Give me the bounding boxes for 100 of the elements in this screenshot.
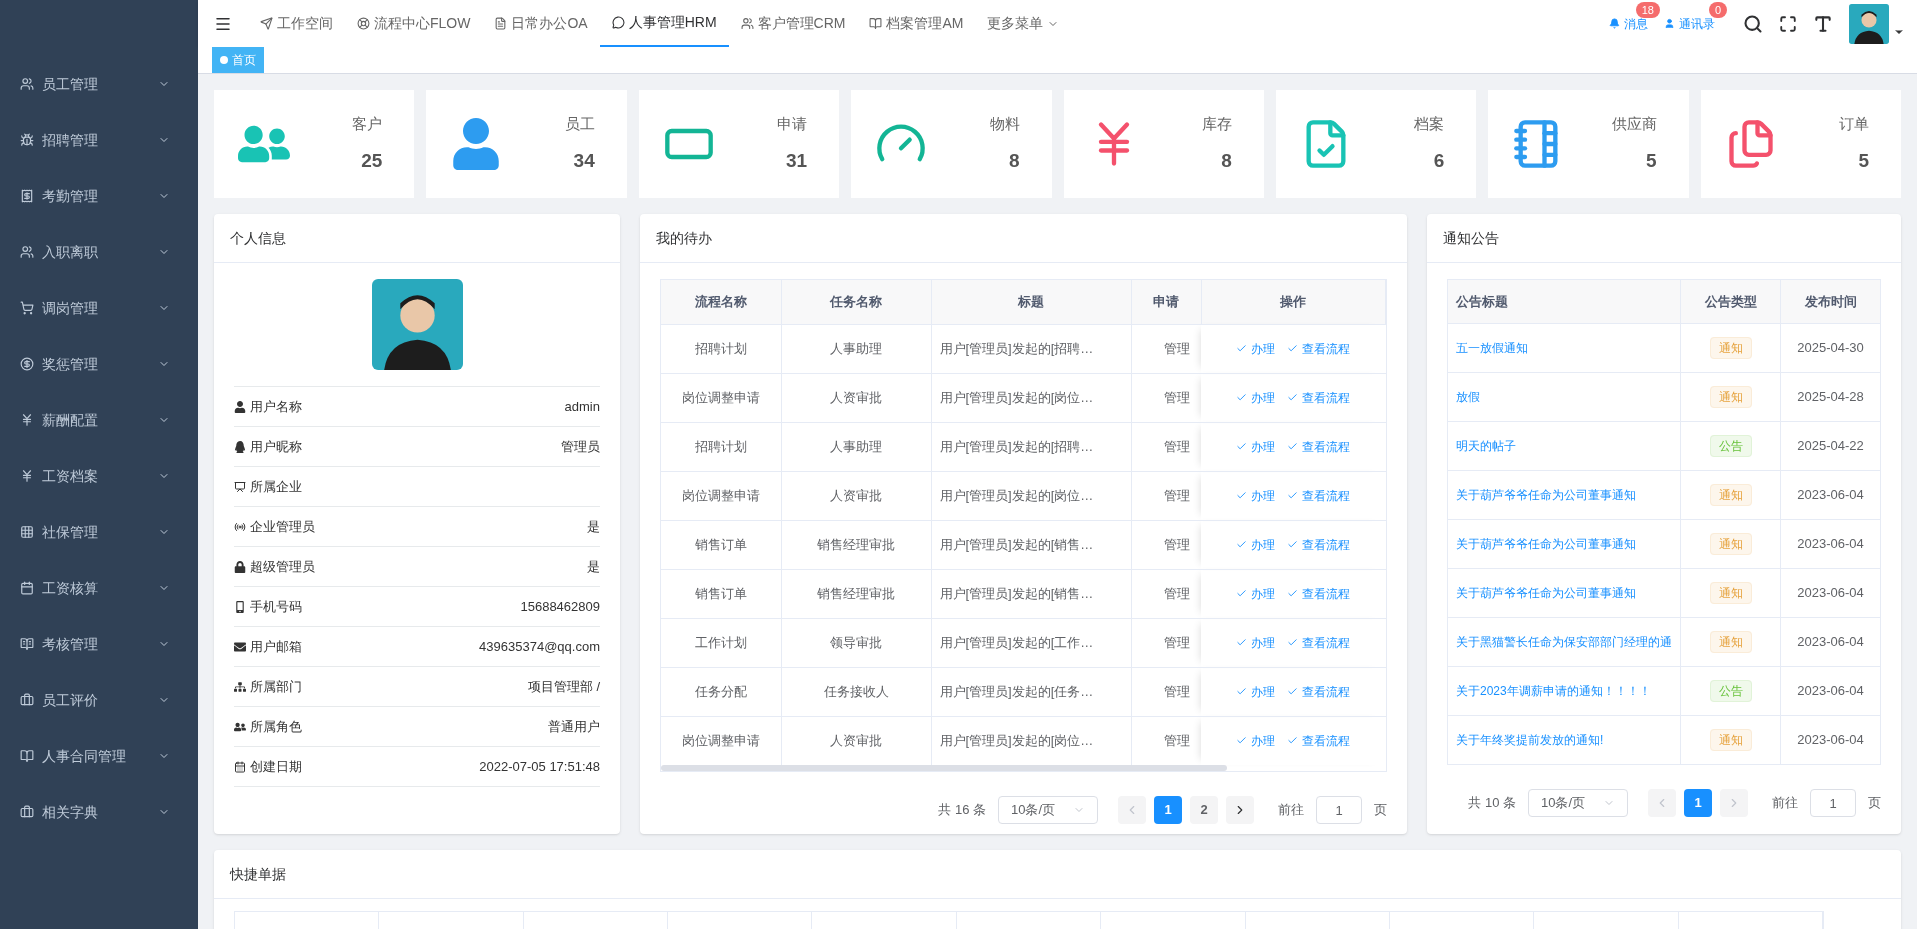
sidebar-item[interactable]: 考核管理	[0, 616, 198, 672]
action-link[interactable]: 查看流程	[1287, 584, 1351, 603]
page-button[interactable]: 1	[1684, 789, 1712, 817]
table-cell: 领导审批	[781, 618, 931, 667]
notice-link[interactable]: 关于葫芦爷爷任命为公司董事通知	[1456, 488, 1636, 503]
check-icon	[1287, 392, 1299, 403]
action-link[interactable]: 办理	[1236, 437, 1276, 456]
field-value: 439635374@qq.com	[479, 637, 600, 656]
check-icon	[1236, 343, 1248, 354]
stat-card[interactable]: 员工 34	[426, 90, 627, 198]
sidebar-item[interactable]: 入职离职	[0, 224, 198, 280]
type-tag: 通知	[1709, 582, 1752, 605]
sidebar-item[interactable]: 调岗管理	[0, 280, 198, 336]
action-link[interactable]: 办理	[1236, 682, 1276, 701]
notice-link[interactable]: 五一放假通知	[1456, 341, 1528, 356]
sidebar-item[interactable]: 社保管理	[0, 504, 198, 560]
sidebar-item[interactable]: 相关字典	[0, 784, 198, 840]
notice-link[interactable]: 关于2023年调薪申请的通知！！！！	[1456, 684, 1651, 699]
nav-tab[interactable]: 日常办公OA	[482, 0, 600, 47]
table-cell: 用户[管理员]发起的[招聘…	[931, 324, 1131, 373]
page-size-select[interactable]: 10条/页	[1528, 789, 1628, 817]
page-button[interactable]: 1	[1154, 796, 1182, 824]
stat-card[interactable]: 申请 31	[638, 90, 840, 198]
table-cell: 管理	[1131, 667, 1201, 716]
check-icon	[1236, 392, 1248, 403]
table-cell: 销售订单	[661, 520, 781, 569]
check-icon	[1287, 637, 1299, 648]
calendar-icon	[234, 760, 246, 773]
column-header: 公告类型	[1680, 279, 1781, 324]
action-link[interactable]: 办理	[1236, 388, 1276, 407]
notice-link[interactable]: 关于葫芦爷爷任命为公司董事通知	[1456, 586, 1636, 601]
users-icon	[234, 720, 246, 733]
action-link[interactable]: 办理	[1236, 731, 1276, 750]
table-cell: 用户[管理员]发起的[岗位…	[931, 373, 1131, 422]
nav-tab[interactable]: 客户管理CRM	[728, 0, 858, 47]
check-icon	[1287, 539, 1299, 550]
table-cell: 销售经理审批	[781, 569, 931, 618]
table-cell: 用户[管理员]发起的[招聘…	[931, 422, 1131, 471]
sidebar-item[interactable]: 薪酬配置	[0, 392, 198, 448]
action-link[interactable]: 办理	[1236, 633, 1276, 652]
font-size-icon[interactable]	[1813, 13, 1833, 34]
notice-link[interactable]: 放假	[1456, 390, 1480, 405]
stat-label: 客户	[352, 113, 383, 134]
stat-value: 5	[1646, 149, 1657, 173]
action-link[interactable]: 办理	[1236, 486, 1276, 505]
sidebar-item[interactable]: 工资档案	[0, 448, 198, 504]
action-link[interactable]: 办理	[1236, 535, 1276, 554]
sidebar-item[interactable]: 考勤管理	[0, 168, 198, 224]
fullscreen-icon[interactable]	[1779, 14, 1797, 33]
stat-card[interactable]: 客户 25	[214, 90, 415, 198]
field-value: 项目管理部 /	[527, 677, 600, 696]
sidebar-item[interactable]: 奖惩管理	[0, 336, 198, 392]
action-link[interactable]: 办理	[1236, 584, 1276, 603]
column-header: 发布时间	[1780, 279, 1881, 324]
nav-tab[interactable]: 档案管理AM	[857, 0, 976, 47]
table-cell: 管理	[1131, 716, 1201, 765]
action-link[interactable]: 办理	[1236, 339, 1276, 358]
stat-card[interactable]: 订单 5	[1700, 90, 1901, 198]
sidebar-item[interactable]: 人事合同管理	[0, 728, 198, 784]
type-tag: 通知	[1709, 631, 1752, 654]
search-icon[interactable]	[1743, 13, 1763, 34]
field-label: 用户名称	[250, 397, 302, 416]
action-link[interactable]: 查看流程	[1287, 437, 1351, 456]
nav-tab[interactable]: 工作空间	[248, 0, 345, 47]
stat-card[interactable]: 档案 6	[1275, 90, 1477, 198]
field-value: 2022-07-05 17:51:48	[479, 757, 600, 776]
receipt-icon	[20, 189, 34, 203]
notice-link[interactable]: 关于葫芦爷爷任命为公司董事通知	[1456, 537, 1636, 552]
sidebar-item[interactable]: 工资核算	[0, 560, 198, 616]
sidebar-item[interactable]: 员工评价	[0, 672, 198, 728]
field-label: 超级管理员	[250, 557, 315, 576]
notice-link[interactable]: 关于黑猫警长任命为保安部部门经理的通	[1456, 635, 1672, 650]
action-link[interactable]: 查看流程	[1287, 486, 1351, 505]
cart-icon	[20, 301, 34, 315]
notice-link[interactable]: 明天的帖子	[1456, 439, 1516, 454]
notice-link[interactable]: 关于年终奖提前发放的通知!	[1456, 733, 1604, 748]
scrollbar[interactable]	[661, 765, 1227, 771]
nav-tab[interactable]: 流程中心FLOW	[345, 0, 483, 47]
action-link[interactable]: 查看流程	[1287, 731, 1351, 750]
page-size-select[interactable]: 10条/页	[998, 796, 1098, 824]
action-link[interactable]: 查看流程	[1287, 682, 1351, 701]
stat-card[interactable]: 供应商 5	[1488, 90, 1689, 198]
page-input[interactable]: 1	[1810, 789, 1856, 817]
table-cell: 岗位调整申请	[661, 471, 781, 520]
sidebar-item[interactable]: 招聘管理	[0, 112, 198, 168]
action-link[interactable]: 查看流程	[1287, 388, 1351, 407]
action-link[interactable]: 查看流程	[1287, 339, 1351, 358]
table-cell: 管理	[1131, 471, 1201, 520]
action-link[interactable]: 查看流程	[1287, 633, 1351, 652]
stat-card[interactable]: 物料 8	[851, 90, 1052, 198]
goto-label: 前往	[1772, 794, 1798, 813]
table-cell: 用户[管理员]发起的[岗位…	[931, 471, 1131, 520]
sidebar-item[interactable]: 员工管理	[0, 56, 198, 112]
more-menu[interactable]: 更多菜单	[975, 13, 1072, 34]
action-link[interactable]: 查看流程	[1287, 535, 1351, 554]
stat-card[interactable]: 库存 8	[1063, 90, 1264, 198]
page-button[interactable]: 2	[1190, 796, 1218, 824]
users-icon	[20, 245, 34, 259]
page-input[interactable]: 1	[1316, 796, 1362, 824]
table-cell: 用户[管理员]发起的[销售…	[931, 520, 1131, 569]
